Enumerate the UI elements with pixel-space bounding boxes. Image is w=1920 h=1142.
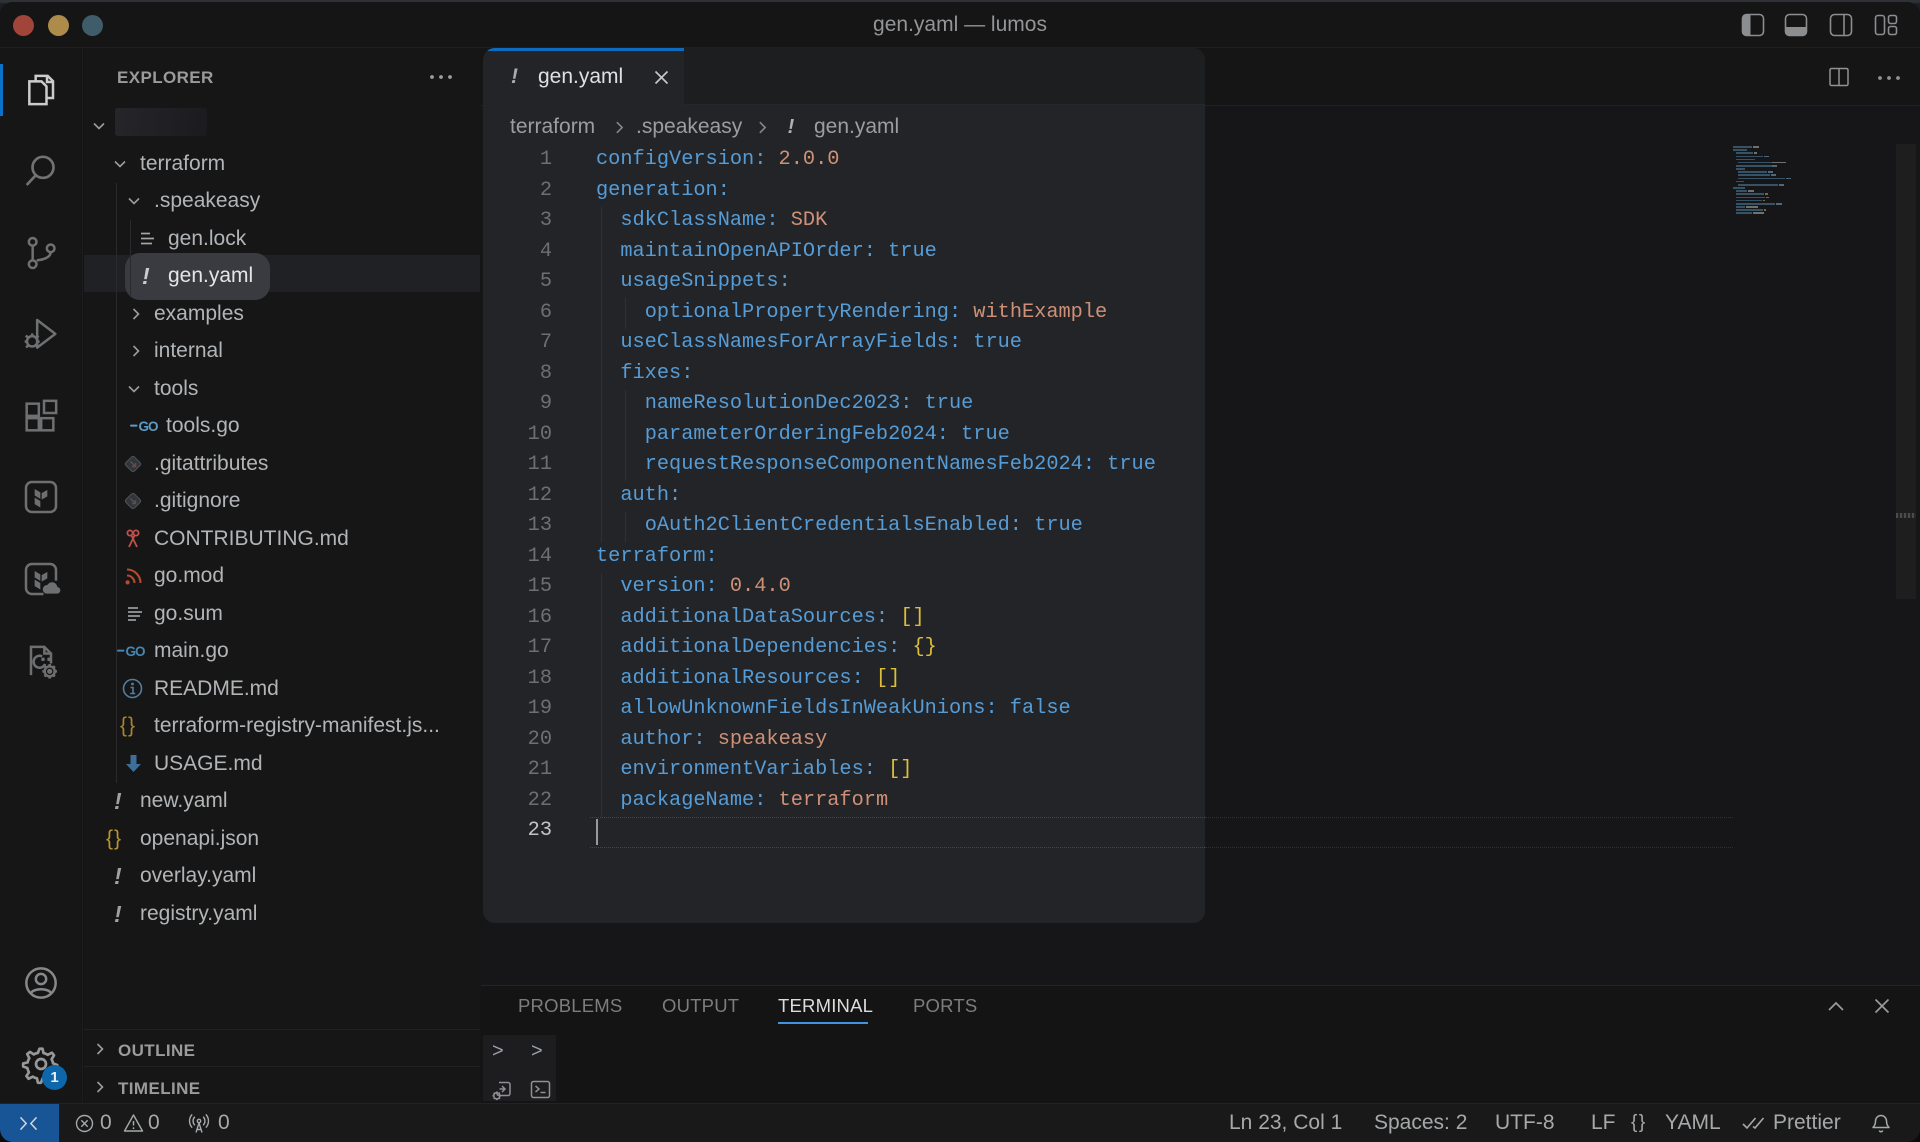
svg-text:GO: GO xyxy=(126,644,146,659)
svg-text:GO: GO xyxy=(139,419,159,434)
